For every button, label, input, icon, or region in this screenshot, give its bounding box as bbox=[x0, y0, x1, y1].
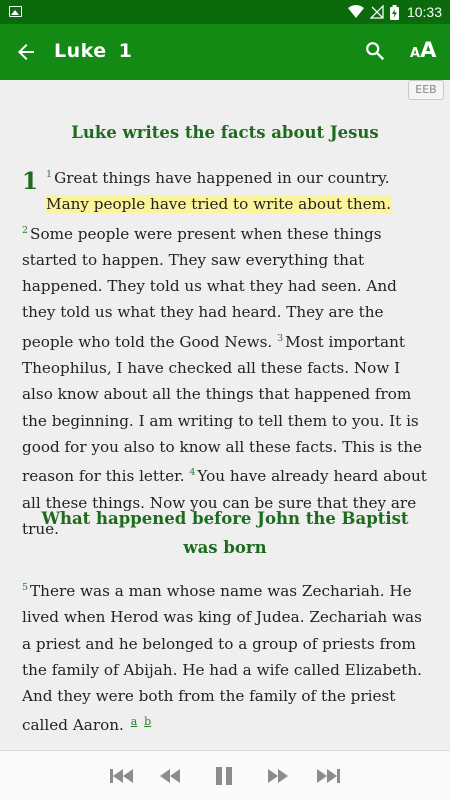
back-arrow-icon[interactable] bbox=[14, 40, 38, 64]
pause-icon[interactable] bbox=[214, 767, 234, 785]
status-icons: 10:33 bbox=[347, 3, 442, 21]
reading-pane[interactable]: Luke writes the facts about Jesus 1 1 Gre… bbox=[0, 100, 450, 750]
paragraph: 5 There was a man whose name was Zecharia… bbox=[22, 575, 430, 739]
no-signal-icon bbox=[369, 5, 384, 19]
fast-forward-icon[interactable] bbox=[266, 767, 290, 785]
image-icon bbox=[9, 6, 22, 17]
verse-number[interactable]: 5 bbox=[22, 582, 28, 593]
footnote-link[interactable]: b bbox=[144, 715, 151, 728]
verse-text[interactable]: Most important Theophilus, I have checke… bbox=[22, 333, 422, 485]
version-badge[interactable]: EEB bbox=[408, 80, 444, 100]
verse-text[interactable]: There was a man whose name was Zechariah… bbox=[22, 582, 422, 734]
status-time: 10:33 bbox=[406, 4, 442, 20]
skip-next-icon[interactable] bbox=[316, 767, 340, 785]
verse-text[interactable]: Great things have happened in our countr… bbox=[54, 169, 390, 187]
battery-charging-icon bbox=[389, 4, 399, 20]
wifi-icon bbox=[347, 5, 364, 18]
paragraph: 1 1 Great things have happened in our cou… bbox=[22, 162, 430, 542]
skip-previous-icon[interactable] bbox=[110, 767, 134, 785]
verse-number[interactable]: 4 bbox=[189, 467, 195, 478]
section-heading: What happened before John the Baptist wa… bbox=[41, 509, 409, 557]
app-bar: Luke 1 AA bbox=[0, 24, 450, 80]
search-icon[interactable] bbox=[364, 40, 386, 62]
verse-number[interactable]: 3 bbox=[277, 333, 283, 344]
playback-bar bbox=[0, 750, 450, 800]
chapter-label: 1 bbox=[118, 40, 133, 62]
page-title[interactable]: Luke 1 bbox=[54, 40, 132, 62]
chapter-number: 1 bbox=[22, 168, 39, 195]
font-size-icon[interactable]: AA bbox=[410, 38, 436, 62]
section-heading: Luke writes the facts about Jesus bbox=[71, 123, 379, 142]
highlighted-verse-text[interactable]: Many people have tried to write about th… bbox=[46, 195, 391, 214]
footnote-link[interactable]: a bbox=[131, 715, 138, 728]
status-bar: 10:33 bbox=[0, 0, 450, 24]
book-name: Luke bbox=[54, 40, 107, 62]
verse-number[interactable]: 1 bbox=[46, 169, 52, 180]
rewind-icon[interactable] bbox=[158, 767, 182, 785]
verse-number[interactable]: 2 bbox=[22, 225, 28, 236]
